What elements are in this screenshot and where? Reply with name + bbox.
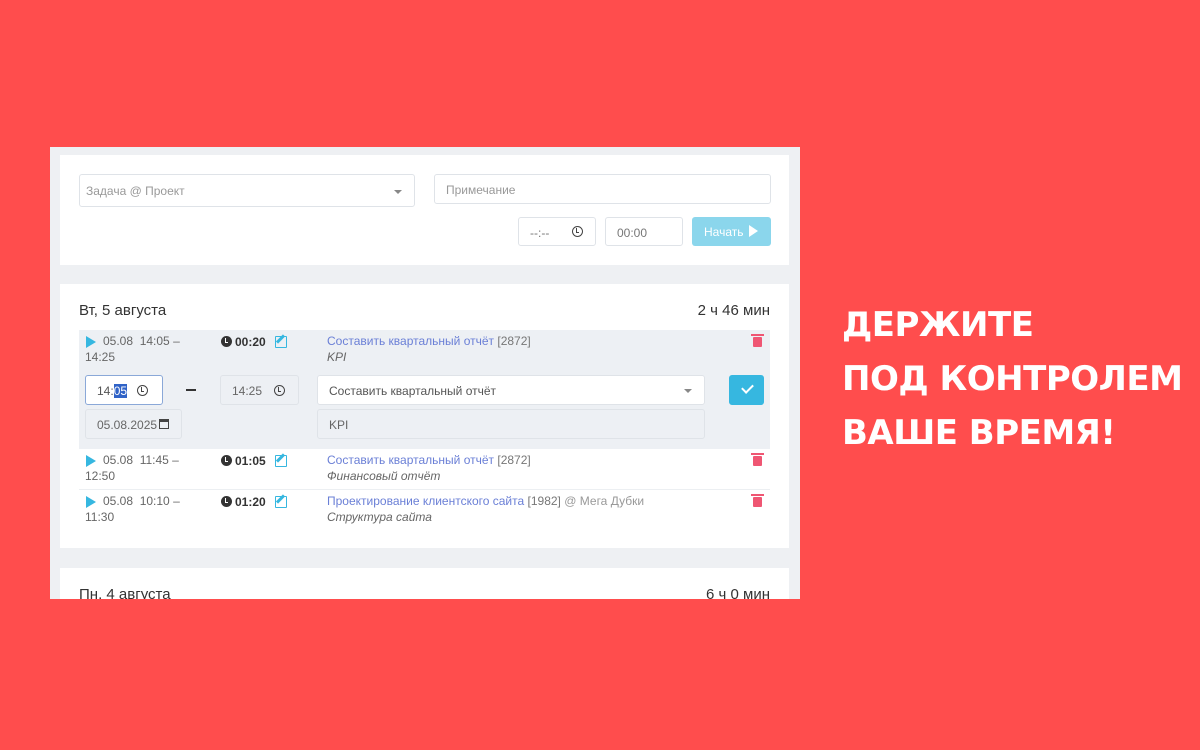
- trash-icon[interactable]: [751, 494, 764, 507]
- entry-time-range: 05.08 10:10 – 11:30: [85, 493, 180, 525]
- note-input[interactable]: Примечание: [434, 174, 771, 204]
- headline-line-2: ПОД КОНТРОЛЕМ: [842, 359, 1183, 399]
- day-total: 2 ч 46 мин: [697, 302, 770, 319]
- headline-line-1: ДЕРЖИТЕ: [842, 305, 1034, 345]
- entry-duration-value: 00:20: [235, 335, 266, 349]
- entry-duration: 00:20: [221, 335, 266, 349]
- entry-note: Финансовый отчёт: [327, 469, 441, 483]
- entry-time-range: 05.08 11:45 – 12:50: [85, 452, 179, 484]
- save-check-button[interactable]: [729, 375, 764, 405]
- task-id: [1982]: [527, 494, 561, 508]
- clock-icon: [572, 226, 583, 237]
- app-screenshot: Задача @ Проект Примечание --:-- 00:00 Н…: [50, 147, 800, 599]
- calendar-icon: [159, 419, 169, 429]
- entry-date: 05.08: [103, 494, 134, 508]
- task-id: [2872]: [497, 334, 531, 348]
- play-icon: [748, 225, 758, 237]
- entry-duration: 01:20: [221, 495, 266, 509]
- clock-icon: [221, 336, 232, 347]
- entry-range-end: 12:50: [85, 469, 116, 483]
- edit-end-time-value: 14:25: [232, 384, 263, 398]
- trash-icon[interactable]: [751, 334, 764, 347]
- trash-icon[interactable]: [751, 453, 764, 466]
- chevron-down-icon: [394, 190, 402, 194]
- day-title: Вт, 5 августа: [79, 302, 167, 319]
- note-placeholder: Примечание: [446, 183, 516, 197]
- task-project-placeholder: Задача @ Проект: [86, 184, 185, 198]
- entry-note: KPI: [327, 350, 347, 364]
- start-button-label: Начать: [704, 225, 744, 239]
- entry-range-end: 11:30: [85, 510, 115, 524]
- edit-note-input[interactable]: KPI: [317, 409, 705, 439]
- entry-range-start: 14:05 –: [139, 334, 180, 348]
- clock-icon: [221, 455, 232, 466]
- task-link[interactable]: Проектирование клиентского сайта: [327, 494, 524, 508]
- time-entry-card: Задача @ Проект Примечание --:-- 00:00 Н…: [60, 155, 789, 265]
- range-dash: [186, 389, 196, 391]
- day-title: Пн, 4 августа: [79, 586, 171, 599]
- day-card: Вт, 5 августа 2 ч 46 мин 05.08 14:05 – 1…: [60, 284, 789, 548]
- entry-duration-value: 01:20: [235, 495, 266, 509]
- time-entry-row: 05.08 10:10 – 11:30 01:20 Проектирование…: [79, 490, 770, 532]
- entry-task: Составить квартальный отчёт [2872] Финан…: [327, 452, 531, 484]
- task-id: [2872]: [497, 453, 531, 467]
- entry-note: Структура сайта: [327, 510, 432, 524]
- time-entry-row: 05.08 11:45 – 12:50 01:05 Составить квар…: [79, 449, 770, 490]
- edit-icon[interactable]: [275, 496, 287, 508]
- clock-icon: [274, 385, 285, 396]
- entry-duration: 01:05: [221, 454, 266, 468]
- day-total: 6 ч 0 мин: [706, 586, 770, 599]
- day-card: Пн, 4 августа 6 ч 0 мин: [60, 568, 789, 599]
- entry-duration-value: 01:05: [235, 454, 266, 468]
- entry-date: 05.08: [103, 334, 134, 348]
- entry-range-start: 10:10 –: [139, 494, 180, 508]
- entry-task: Составить квартальный отчёт [2872] KPI: [327, 333, 531, 365]
- edit-date-input[interactable]: 05.08.2025: [85, 409, 182, 439]
- edit-date-value: 05.08.2025: [97, 418, 158, 432]
- edit-start-minutes: 05: [113, 384, 128, 398]
- task-link[interactable]: Составить квартальный отчёт: [327, 334, 494, 348]
- edit-task-value: Составить квартальный отчёт: [329, 384, 497, 398]
- task-link[interactable]: Составить квартальный отчёт: [327, 453, 494, 467]
- edit-start-hours: 14:: [97, 384, 114, 398]
- duration-value: 00:00: [617, 226, 648, 240]
- entry-task: Проектирование клиентского сайта [1982] …: [327, 493, 644, 525]
- task-project: @ Мега Дубки: [564, 494, 645, 508]
- entry-date: 05.08: [103, 453, 134, 467]
- edit-icon[interactable]: [275, 455, 287, 467]
- headline-line-3: ВАШЕ ВРЕМЯ!: [842, 413, 1116, 453]
- clock-icon: [221, 496, 232, 507]
- edit-end-time-input[interactable]: 14:25: [220, 375, 299, 405]
- time-entry-row-editing: 05.08 14:05 – 14:25 00:20 Составить квар…: [79, 330, 770, 449]
- entry-range-end: 14:25: [85, 350, 116, 364]
- start-time-placeholder: --:--: [530, 226, 550, 240]
- start-button[interactable]: Начать: [692, 217, 771, 246]
- clock-icon: [137, 385, 148, 396]
- start-time-input[interactable]: --:--: [518, 217, 596, 246]
- promo-headline: ДЕРЖИТЕ ПОД КОНТРОЛЕМ ВАШЕ ВРЕМЯ!: [842, 298, 1183, 460]
- entry-range-start: 11:45 –: [139, 453, 179, 467]
- edit-task-select[interactable]: Составить квартальный отчёт: [317, 375, 705, 405]
- entry-time-range: 05.08 14:05 – 14:25: [85, 333, 180, 365]
- duration-input[interactable]: 00:00: [605, 217, 683, 246]
- task-project-select[interactable]: Задача @ Проект: [79, 174, 415, 207]
- chevron-down-icon: [684, 389, 692, 393]
- edit-icon[interactable]: [275, 336, 287, 348]
- edit-note-value: KPI: [329, 418, 349, 432]
- edit-start-time-input[interactable]: 14:05: [85, 375, 163, 405]
